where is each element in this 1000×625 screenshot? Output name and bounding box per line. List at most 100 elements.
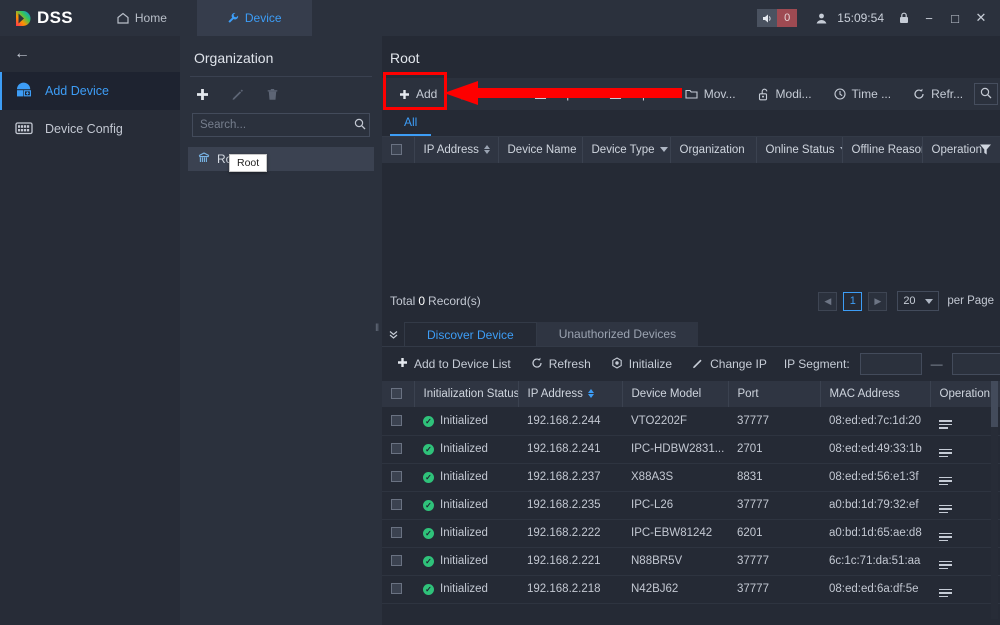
col-device-type[interactable]: Device Type bbox=[582, 137, 670, 163]
move-button[interactable]: Mov... bbox=[674, 78, 747, 110]
row-select-cell bbox=[382, 575, 414, 603]
row-operation-icon[interactable] bbox=[939, 561, 952, 570]
row-checkbox[interactable] bbox=[391, 471, 402, 482]
row-checkbox[interactable] bbox=[391, 499, 402, 510]
export-button[interactable]: Export bbox=[598, 78, 674, 110]
col-ip-address[interactable]: IP Address bbox=[414, 137, 498, 163]
row-operation-icon[interactable] bbox=[939, 533, 952, 542]
panel-resize-grip[interactable]: ‖ bbox=[375, 323, 378, 334]
row-checkbox[interactable] bbox=[391, 583, 402, 594]
chevron-down-icon[interactable] bbox=[660, 147, 668, 152]
cell-initialization-status: ✓Initialized bbox=[414, 547, 518, 575]
row-checkbox[interactable] bbox=[391, 415, 402, 426]
table-row[interactable]: ✓Initialized192.168.2.235IPC-L2637777a0:… bbox=[382, 491, 1000, 519]
search-icon[interactable] bbox=[980, 87, 992, 102]
tab-unauthorized-devices[interactable]: Unauthorized Devices bbox=[537, 322, 698, 346]
row-select-cell bbox=[382, 463, 414, 491]
next-page-button[interactable]: ▶ bbox=[868, 292, 887, 311]
back-arrow-icon[interactable]: ← bbox=[0, 36, 180, 72]
ip-segment-label: IP Segment: bbox=[784, 357, 850, 371]
edit-org-button[interactable] bbox=[231, 88, 244, 101]
ip-start-input[interactable] bbox=[860, 353, 922, 375]
organization-toolbar bbox=[180, 77, 382, 111]
table-row[interactable]: ✓Initialized192.168.2.221N88BR5V377776c:… bbox=[382, 547, 1000, 575]
discover-table: Initialization Status IP Address Device … bbox=[382, 381, 1000, 604]
lock-icon[interactable] bbox=[892, 0, 916, 36]
initialize-button[interactable]: Initialize bbox=[602, 347, 681, 381]
col-organization-label: Organization bbox=[680, 144, 745, 156]
delete-org-button[interactable] bbox=[266, 88, 279, 101]
modify-password-button-label: Modi... bbox=[776, 87, 812, 101]
page-1-button[interactable]: 1 bbox=[843, 292, 862, 311]
row-checkbox[interactable] bbox=[391, 443, 402, 454]
refresh-button[interactable]: Refr... bbox=[902, 78, 974, 110]
add-org-button[interactable] bbox=[196, 88, 209, 101]
col-online-status[interactable]: Online Status bbox=[756, 137, 842, 163]
import-button[interactable]: Import bbox=[523, 78, 598, 110]
cell-device-model: IPC-EBW81242 bbox=[622, 519, 728, 547]
sort-icon[interactable] bbox=[484, 145, 490, 154]
tab-discover-device[interactable]: Discover Device bbox=[404, 322, 537, 346]
sidebar-item-device-config[interactable]: Device Config bbox=[0, 110, 180, 148]
cell-device-model: N42BJ62 bbox=[622, 575, 728, 603]
cell-ip-address: 192.168.2.222 bbox=[518, 519, 622, 547]
alarm-indicator[interactable]: 0 bbox=[757, 9, 797, 27]
ip-end-input[interactable] bbox=[952, 353, 1000, 375]
row-operation-icon[interactable] bbox=[939, 505, 952, 514]
organization-search[interactable] bbox=[192, 113, 370, 137]
sidebar-item-add-device[interactable]: Add Device bbox=[0, 72, 180, 110]
alarm-count: 0 bbox=[777, 9, 797, 27]
table-row[interactable]: ✓Initialized192.168.2.241IPC-HDBW2831...… bbox=[382, 435, 1000, 463]
device-table-empty bbox=[382, 163, 1000, 285]
status-ok-icon: ✓ bbox=[423, 584, 434, 595]
collapse-toggle[interactable] bbox=[382, 322, 404, 346]
delete-button[interactable]: Delete bbox=[448, 78, 523, 110]
discover-scroll-thumb[interactable] bbox=[991, 381, 998, 427]
cell-mac-address: 6c:1c:71:da:51:aa bbox=[820, 547, 930, 575]
table-row[interactable]: ✓Initialized192.168.2.237X88A3S883108:ed… bbox=[382, 463, 1000, 491]
cell-operation bbox=[930, 547, 1000, 575]
user-icon[interactable] bbox=[809, 0, 833, 36]
page-size-select[interactable]: 20 bbox=[897, 291, 939, 311]
nav-tab-home[interactable]: Home bbox=[87, 0, 197, 36]
time-sync-button[interactable]: Time ... bbox=[823, 78, 903, 110]
close-button[interactable]: ✕ bbox=[968, 0, 994, 36]
table-row[interactable]: ✓Initialized192.168.2.218N42BJ623777708:… bbox=[382, 575, 1000, 603]
table-row[interactable]: ✓Initialized192.168.2.244VTO2202F3777708… bbox=[382, 407, 1000, 435]
filter-icon[interactable] bbox=[979, 143, 992, 159]
row-checkbox[interactable] bbox=[391, 527, 402, 538]
row-operation-icon[interactable] bbox=[939, 449, 952, 458]
col-ip-address[interactable]: IP Address bbox=[518, 381, 622, 407]
select-all-checkbox[interactable] bbox=[391, 144, 402, 155]
row-checkbox[interactable] bbox=[391, 555, 402, 566]
add-button[interactable]: Add bbox=[388, 78, 448, 110]
maximize-button[interactable]: □ bbox=[942, 0, 968, 36]
status-ok-icon: ✓ bbox=[423, 500, 434, 511]
discover-refresh-button[interactable]: Refresh bbox=[522, 347, 600, 381]
modify-password-button[interactable]: Modi... bbox=[747, 78, 823, 110]
row-operation-icon[interactable] bbox=[939, 420, 952, 429]
table-row[interactable]: ✓Initialized192.168.2.222IPC-EBW81242620… bbox=[382, 519, 1000, 547]
tab-all[interactable]: All bbox=[390, 115, 431, 136]
cell-port: 37777 bbox=[728, 575, 820, 603]
left-sidebar: ← Add Device bbox=[0, 36, 180, 625]
device-search[interactable] bbox=[974, 83, 998, 105]
cell-operation bbox=[930, 519, 1000, 547]
change-ip-button[interactable]: Change IP bbox=[683, 347, 776, 381]
search-input[interactable] bbox=[200, 119, 354, 131]
col-initialization-status[interactable]: Initialization Status bbox=[414, 381, 518, 407]
select-all-checkbox[interactable] bbox=[391, 388, 402, 399]
cell-device-model: IPC-L26 bbox=[622, 491, 728, 519]
cell-initialization-status: ✓Initialized bbox=[414, 407, 518, 435]
discover-scrollbar[interactable] bbox=[991, 381, 998, 619]
row-operation-icon[interactable] bbox=[939, 589, 952, 598]
col-offline-reason-label: Offline Reason bbox=[852, 144, 923, 156]
add-to-device-list-button[interactable]: Add to Device List bbox=[388, 347, 520, 381]
row-operation-icon[interactable] bbox=[939, 477, 952, 486]
prev-page-button[interactable]: ◀ bbox=[818, 292, 837, 311]
import-button-label: Import bbox=[553, 87, 587, 101]
tree-node-root[interactable]: Root bbox=[188, 147, 374, 171]
nav-tab-device[interactable]: Device bbox=[197, 0, 312, 36]
minimize-button[interactable]: − bbox=[916, 0, 942, 36]
sort-icon[interactable] bbox=[588, 389, 594, 398]
